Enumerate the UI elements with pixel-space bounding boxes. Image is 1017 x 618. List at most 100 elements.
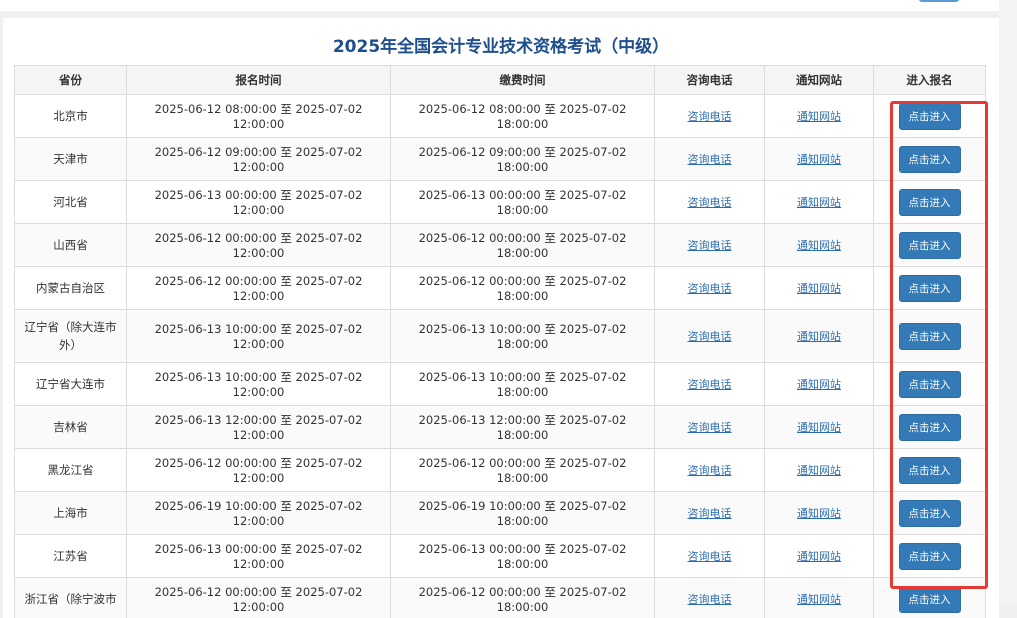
- cell-province: 上海市: [15, 492, 127, 535]
- phone-link[interactable]: 咨询电话: [688, 330, 732, 343]
- cell-province: 内蒙古自治区: [15, 267, 127, 310]
- cell-payment-time: 2025-06-13 10:00:00 至 2025-07-02 18:00:0…: [391, 310, 655, 363]
- table-header-row: 省份 报名时间 缴费时间 咨询电话 通知网站 进入报名: [15, 66, 986, 95]
- phone-link-cell: 咨询电话: [655, 95, 765, 138]
- cell-payment-time: 2025-06-12 00:00:00 至 2025-07-02 18:00:0…: [391, 224, 655, 267]
- cell-payment-time: 2025-06-12 00:00:00 至 2025-07-02 18:00:0…: [391, 449, 655, 492]
- enter-button-cell: 点击进入: [874, 267, 986, 310]
- phone-link[interactable]: 咨询电话: [688, 550, 732, 563]
- header-notice: 通知网站: [765, 66, 874, 95]
- notice-link[interactable]: 通知网站: [797, 282, 841, 295]
- enter-button-cell: 点击进入: [874, 310, 986, 363]
- enter-button-cell: 点击进入: [874, 449, 986, 492]
- enter-button-cell: 点击进入: [874, 138, 986, 181]
- phone-link[interactable]: 咨询电话: [688, 282, 732, 295]
- notice-link[interactable]: 通知网站: [797, 330, 841, 343]
- phone-link[interactable]: 咨询电话: [688, 593, 732, 606]
- notice-link[interactable]: 通知网站: [797, 196, 841, 209]
- table-row: 江苏省2025-06-13 00:00:00 至 2025-07-02 12:0…: [15, 535, 986, 578]
- notice-link[interactable]: 通知网站: [797, 378, 841, 391]
- table-row: 河北省2025-06-13 00:00:00 至 2025-07-02 12:0…: [15, 181, 986, 224]
- cell-register-time: 2025-06-13 00:00:00 至 2025-07-02 12:00:0…: [127, 535, 391, 578]
- notice-link[interactable]: 通知网站: [797, 110, 841, 123]
- enter-button[interactable]: 点击进入: [899, 275, 961, 302]
- enter-button-cell: 点击进入: [874, 363, 986, 406]
- enter-button[interactable]: 点击进入: [899, 457, 961, 484]
- enter-button-cell: 点击进入: [874, 95, 986, 138]
- enter-button[interactable]: 点击进入: [899, 232, 961, 259]
- cell-register-time: 2025-06-12 08:00:00 至 2025-07-02 12:00:0…: [127, 95, 391, 138]
- notice-link[interactable]: 通知网站: [797, 550, 841, 563]
- cell-province: 山西省: [15, 224, 127, 267]
- phone-link[interactable]: 咨询电话: [688, 464, 732, 477]
- cell-register-time: 2025-06-13 12:00:00 至 2025-07-02 12:00:0…: [127, 406, 391, 449]
- notice-link[interactable]: 通知网站: [797, 593, 841, 606]
- cell-province: 吉林省: [15, 406, 127, 449]
- page-scroll-gutter: [999, 0, 1017, 605]
- cell-payment-time: 2025-06-13 00:00:00 至 2025-07-02 18:00:0…: [391, 535, 655, 578]
- notice-link[interactable]: 通知网站: [797, 153, 841, 166]
- cell-province: 江苏省: [15, 535, 127, 578]
- enter-button-cell: 点击进入: [874, 406, 986, 449]
- page-title: 2025年全国会计专业技术资格考试（中级）: [3, 32, 999, 57]
- cell-register-time: 2025-06-12 00:00:00 至 2025-07-02 12:00:0…: [127, 267, 391, 310]
- phone-link-cell: 咨询电话: [655, 224, 765, 267]
- registration-table: 省份 报名时间 缴费时间 咨询电话 通知网站 进入报名 北京市2025-06-1…: [14, 65, 986, 618]
- top-bar-button[interactable]: [919, 0, 959, 2]
- cell-province: 北京市: [15, 95, 127, 138]
- notice-link[interactable]: 通知网站: [797, 421, 841, 434]
- phone-link-cell: 咨询电话: [655, 310, 765, 363]
- notice-link[interactable]: 通知网站: [797, 464, 841, 477]
- notice-link-cell: 通知网站: [765, 449, 874, 492]
- cell-payment-time: 2025-06-19 10:00:00 至 2025-07-02 18:00:0…: [391, 492, 655, 535]
- phone-link-cell: 咨询电话: [655, 181, 765, 224]
- phone-link-cell: 咨询电话: [655, 363, 765, 406]
- notice-link-cell: 通知网站: [765, 578, 874, 618]
- cell-province: 辽宁省大连市: [15, 363, 127, 406]
- cell-province: 浙江省（除宁波市: [15, 578, 127, 618]
- phone-link[interactable]: 咨询电话: [688, 110, 732, 123]
- cell-province: 黑龙江省: [15, 449, 127, 492]
- cell-payment-time: 2025-06-12 00:00:00 至 2025-07-02 18:00:0…: [391, 578, 655, 618]
- enter-button[interactable]: 点击进入: [899, 189, 961, 216]
- table-row: 浙江省（除宁波市2025-06-12 00:00:00 至 2025-07-02…: [15, 578, 986, 618]
- header-payment-time: 缴费时间: [391, 66, 655, 95]
- phone-link-cell: 咨询电话: [655, 138, 765, 181]
- phone-link[interactable]: 咨询电话: [688, 153, 732, 166]
- notice-link[interactable]: 通知网站: [797, 507, 841, 520]
- enter-button[interactable]: 点击进入: [899, 146, 961, 173]
- cell-register-time: 2025-06-12 00:00:00 至 2025-07-02 12:00:0…: [127, 578, 391, 618]
- notice-link-cell: 通知网站: [765, 310, 874, 363]
- phone-link[interactable]: 咨询电话: [688, 239, 732, 252]
- enter-button[interactable]: 点击进入: [899, 543, 961, 570]
- enter-button[interactable]: 点击进入: [899, 414, 961, 441]
- enter-button[interactable]: 点击进入: [899, 323, 961, 350]
- notice-link[interactable]: 通知网站: [797, 239, 841, 252]
- table-row: 辽宁省大连市2025-06-13 10:00:00 至 2025-07-02 1…: [15, 363, 986, 406]
- cell-register-time: 2025-06-12 00:00:00 至 2025-07-02 12:00:0…: [127, 449, 391, 492]
- phone-link-cell: 咨询电话: [655, 267, 765, 310]
- phone-link[interactable]: 咨询电话: [688, 378, 732, 391]
- table-row: 吉林省2025-06-13 12:00:00 至 2025-07-02 12:0…: [15, 406, 986, 449]
- enter-button[interactable]: 点击进入: [899, 500, 961, 527]
- cell-register-time: 2025-06-12 00:00:00 至 2025-07-02 12:00:0…: [127, 224, 391, 267]
- table-row: 黑龙江省2025-06-12 00:00:00 至 2025-07-02 12:…: [15, 449, 986, 492]
- notice-link-cell: 通知网站: [765, 181, 874, 224]
- cell-register-time: 2025-06-13 00:00:00 至 2025-07-02 12:00:0…: [127, 181, 391, 224]
- content-panel: 2025年全国会计专业技术资格考试（中级） 省份 报名时间 缴费时间 咨询电话 …: [3, 18, 999, 618]
- cell-payment-time: 2025-06-13 00:00:00 至 2025-07-02 18:00:0…: [391, 181, 655, 224]
- phone-link[interactable]: 咨询电话: [688, 196, 732, 209]
- enter-button[interactable]: 点击进入: [899, 103, 961, 130]
- table-row: 内蒙古自治区2025-06-12 00:00:00 至 2025-07-02 1…: [15, 267, 986, 310]
- table-row: 山西省2025-06-12 00:00:00 至 2025-07-02 12:0…: [15, 224, 986, 267]
- cell-register-time: 2025-06-12 09:00:00 至 2025-07-02 12:00:0…: [127, 138, 391, 181]
- cell-province: 天津市: [15, 138, 127, 181]
- phone-link-cell: 咨询电话: [655, 578, 765, 618]
- enter-button[interactable]: 点击进入: [899, 586, 961, 613]
- cell-province: 辽宁省（除大连市外）: [15, 310, 127, 363]
- phone-link[interactable]: 咨询电话: [688, 421, 732, 434]
- table-row: 辽宁省（除大连市外） 2025-06-13 10:00:00 至 2025-07-…: [15, 310, 986, 363]
- phone-link[interactable]: 咨询电话: [688, 507, 732, 520]
- enter-button[interactable]: 点击进入: [899, 371, 961, 398]
- notice-link-cell: 通知网站: [765, 224, 874, 267]
